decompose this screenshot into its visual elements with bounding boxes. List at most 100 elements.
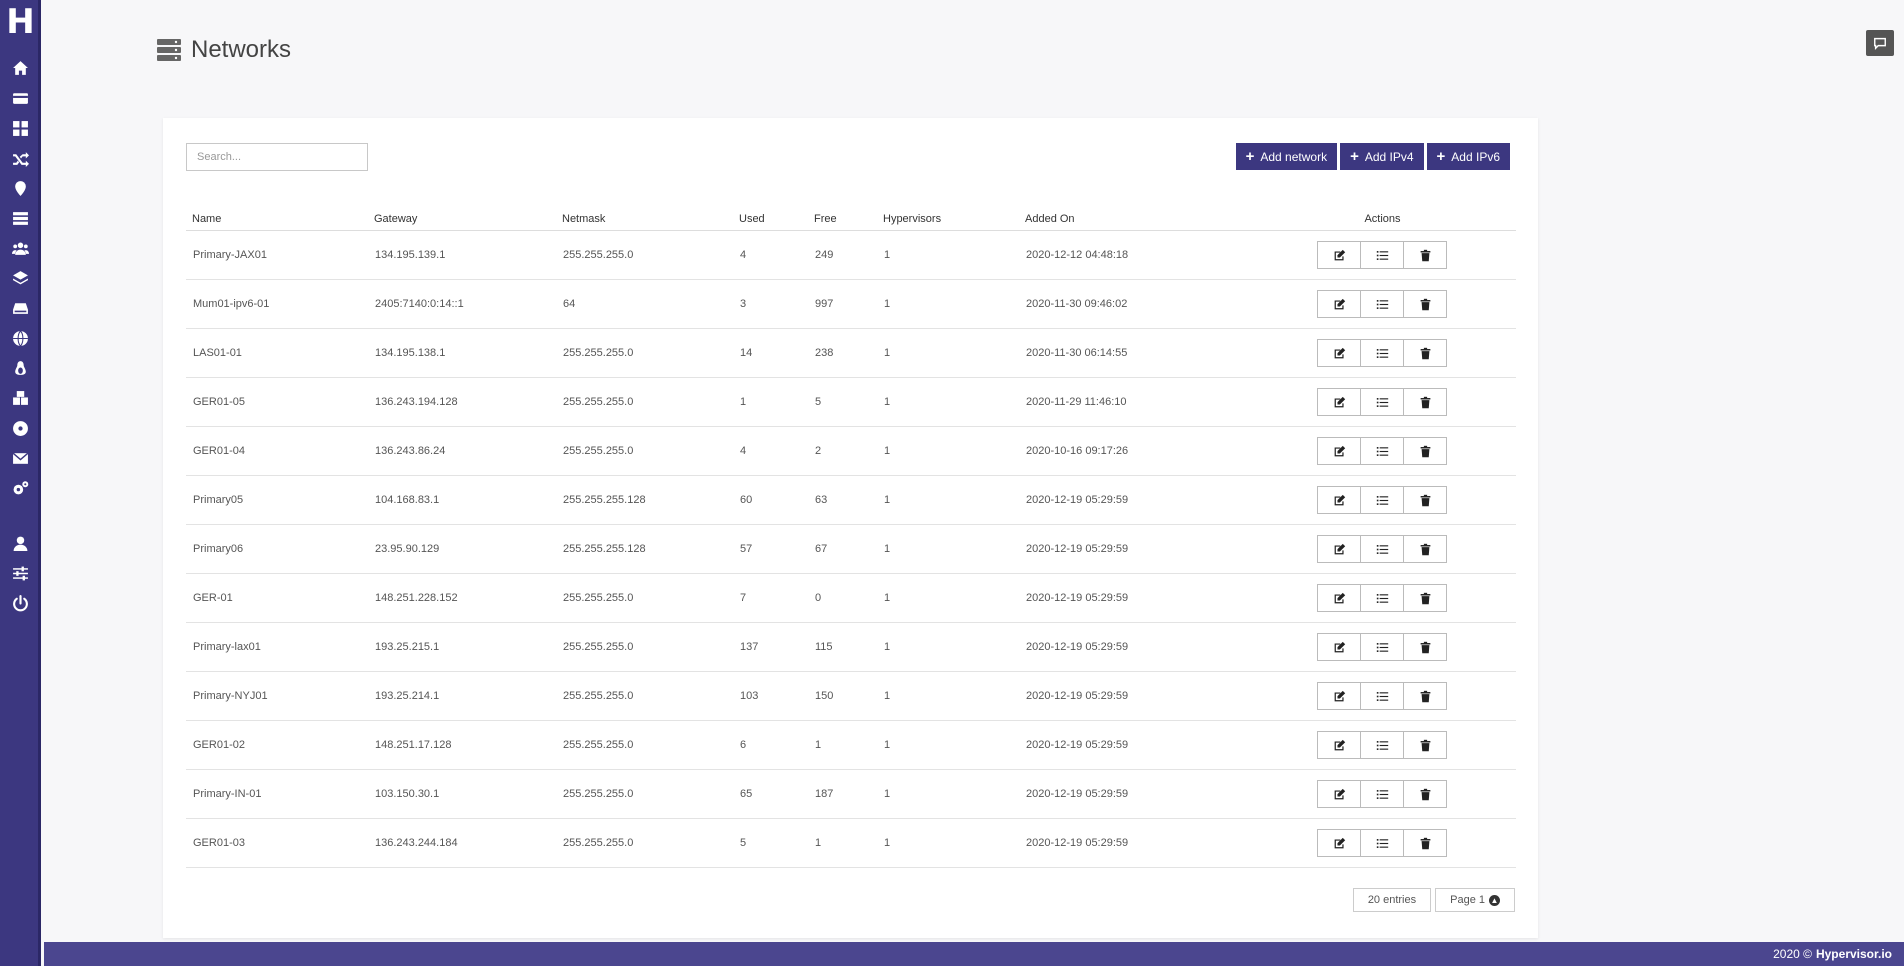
column-header-netmask[interactable]: Netmask — [556, 208, 733, 231]
cell-hypervisors: 1 — [877, 475, 1019, 525]
sidebar-item-routing[interactable] — [0, 145, 41, 171]
details-button[interactable] — [1360, 241, 1404, 269]
delete-button[interactable] — [1403, 535, 1447, 563]
cell-name: LAS01-01 — [186, 328, 368, 378]
cell-name: Primary-IN-01 — [186, 769, 368, 819]
column-header-hypervisors[interactable]: Hypervisors — [877, 208, 1019, 231]
cell-added-on: 2020-12-19 05:29:59 — [1019, 524, 1249, 574]
add-ipv6-button[interactable]: + Add IPv6 — [1426, 143, 1510, 170]
footer-brand-link[interactable]: Hypervisor.io — [1816, 947, 1892, 961]
cell-free: 1 — [808, 818, 877, 868]
cell-free: 67 — [808, 524, 877, 574]
edit-button[interactable] — [1317, 486, 1361, 514]
delete-button[interactable] — [1403, 584, 1447, 612]
delete-button[interactable] — [1403, 290, 1447, 318]
row-actions — [1256, 731, 1509, 759]
sidebar-item-home[interactable] — [0, 55, 41, 81]
edit-button[interactable] — [1317, 780, 1361, 808]
sidebar-item-billing[interactable] — [0, 85, 41, 111]
edit-button[interactable] — [1317, 633, 1361, 661]
cell-name: GER01-05 — [186, 377, 368, 427]
entries-per-page-button[interactable]: 20 entries — [1352, 888, 1432, 912]
list-icon — [1376, 348, 1388, 358]
column-header-free[interactable]: Free — [808, 208, 877, 231]
edit-button[interactable] — [1317, 241, 1361, 269]
sidebar-item-settings[interactable] — [0, 475, 41, 501]
sidebar-item-profile[interactable] — [0, 530, 41, 556]
delete-button[interactable] — [1403, 780, 1447, 808]
cell-hypervisors: 1 — [877, 279, 1019, 329]
cell-hypervisors: 1 — [877, 769, 1019, 819]
sidebar-item-users[interactable] — [0, 235, 41, 261]
details-button[interactable] — [1360, 780, 1404, 808]
details-button[interactable] — [1360, 486, 1404, 514]
delete-button[interactable] — [1403, 829, 1447, 857]
search-input[interactable] — [186, 143, 368, 171]
server-stack-icon — [157, 39, 181, 61]
details-button[interactable] — [1360, 339, 1404, 367]
trash-icon — [1420, 298, 1430, 310]
delete-button[interactable] — [1403, 339, 1447, 367]
edit-button[interactable] — [1317, 535, 1361, 563]
details-button[interactable] — [1360, 682, 1404, 710]
edit-button[interactable] — [1317, 290, 1361, 318]
cell-added-on: 2020-12-19 05:29:59 — [1019, 818, 1249, 868]
edit-button[interactable] — [1317, 584, 1361, 612]
add-ipv4-button[interactable]: + Add IPv4 — [1340, 143, 1424, 170]
edit-button[interactable] — [1317, 388, 1361, 416]
details-button[interactable] — [1360, 829, 1404, 857]
map-marker-icon — [15, 180, 26, 196]
delete-button[interactable] — [1403, 388, 1447, 416]
cell-gateway: 193.25.214.1 — [368, 671, 556, 721]
cell-free: 2 — [808, 426, 877, 476]
column-header-name[interactable]: Name — [186, 208, 368, 231]
cell-hypervisors: 1 — [877, 720, 1019, 770]
sidebar-item-preferences[interactable] — [0, 560, 41, 586]
sidebar-item-mail[interactable] — [0, 445, 41, 471]
cell-netmask: 255.255.255.0 — [556, 328, 733, 378]
table-row: GER-01 148.251.228.152 255.255.255.0 7 0… — [186, 573, 1516, 623]
details-button[interactable] — [1360, 535, 1404, 563]
boxes-icon — [13, 390, 28, 405]
page-select-button[interactable]: Page 1 ▲ — [1435, 888, 1515, 912]
column-header-used[interactable]: Used — [733, 208, 808, 231]
server-icon — [13, 211, 28, 225]
sidebar-item-packages[interactable] — [0, 385, 41, 411]
cell-netmask: 255.255.255.0 — [556, 622, 733, 672]
edit-button[interactable] — [1317, 829, 1361, 857]
chat-button[interactable] — [1866, 30, 1894, 56]
cell-hypervisors: 1 — [877, 524, 1019, 574]
add-network-button[interactable]: + Add network — [1235, 143, 1338, 170]
delete-button[interactable] — [1403, 682, 1447, 710]
sidebar-item-locations[interactable] — [0, 175, 41, 201]
row-actions — [1256, 829, 1509, 857]
details-button[interactable] — [1360, 388, 1404, 416]
delete-button[interactable] — [1403, 486, 1447, 514]
column-header-gateway[interactable]: Gateway — [368, 208, 556, 231]
sidebar-item-logout[interactable] — [0, 590, 41, 616]
edit-button[interactable] — [1317, 437, 1361, 465]
sidebar-item-servers[interactable] — [0, 205, 41, 231]
sidebar-item-templates[interactable] — [0, 355, 41, 381]
delete-button[interactable] — [1403, 437, 1447, 465]
edit-button[interactable] — [1317, 339, 1361, 367]
delete-button[interactable] — [1403, 241, 1447, 269]
details-button[interactable] — [1360, 731, 1404, 759]
sidebar-item-networks[interactable] — [0, 325, 41, 351]
delete-button[interactable] — [1403, 633, 1447, 661]
column-header-added-on[interactable]: Added On — [1019, 208, 1249, 231]
sidebar-item-isos[interactable] — [0, 415, 41, 441]
edit-button[interactable] — [1317, 682, 1361, 710]
details-button[interactable] — [1360, 584, 1404, 612]
details-button[interactable] — [1360, 437, 1404, 465]
sidebar-item-layers[interactable] — [0, 265, 41, 291]
edit-button[interactable] — [1317, 731, 1361, 759]
row-actions — [1256, 584, 1509, 612]
delete-button[interactable] — [1403, 731, 1447, 759]
cell-used: 103 — [733, 671, 808, 721]
details-button[interactable] — [1360, 633, 1404, 661]
details-button[interactable] — [1360, 290, 1404, 318]
sidebar-item-storage[interactable] — [0, 295, 41, 321]
sidebar-item-dashboard[interactable] — [0, 115, 41, 141]
app-logo[interactable]: H — [0, 4, 41, 40]
